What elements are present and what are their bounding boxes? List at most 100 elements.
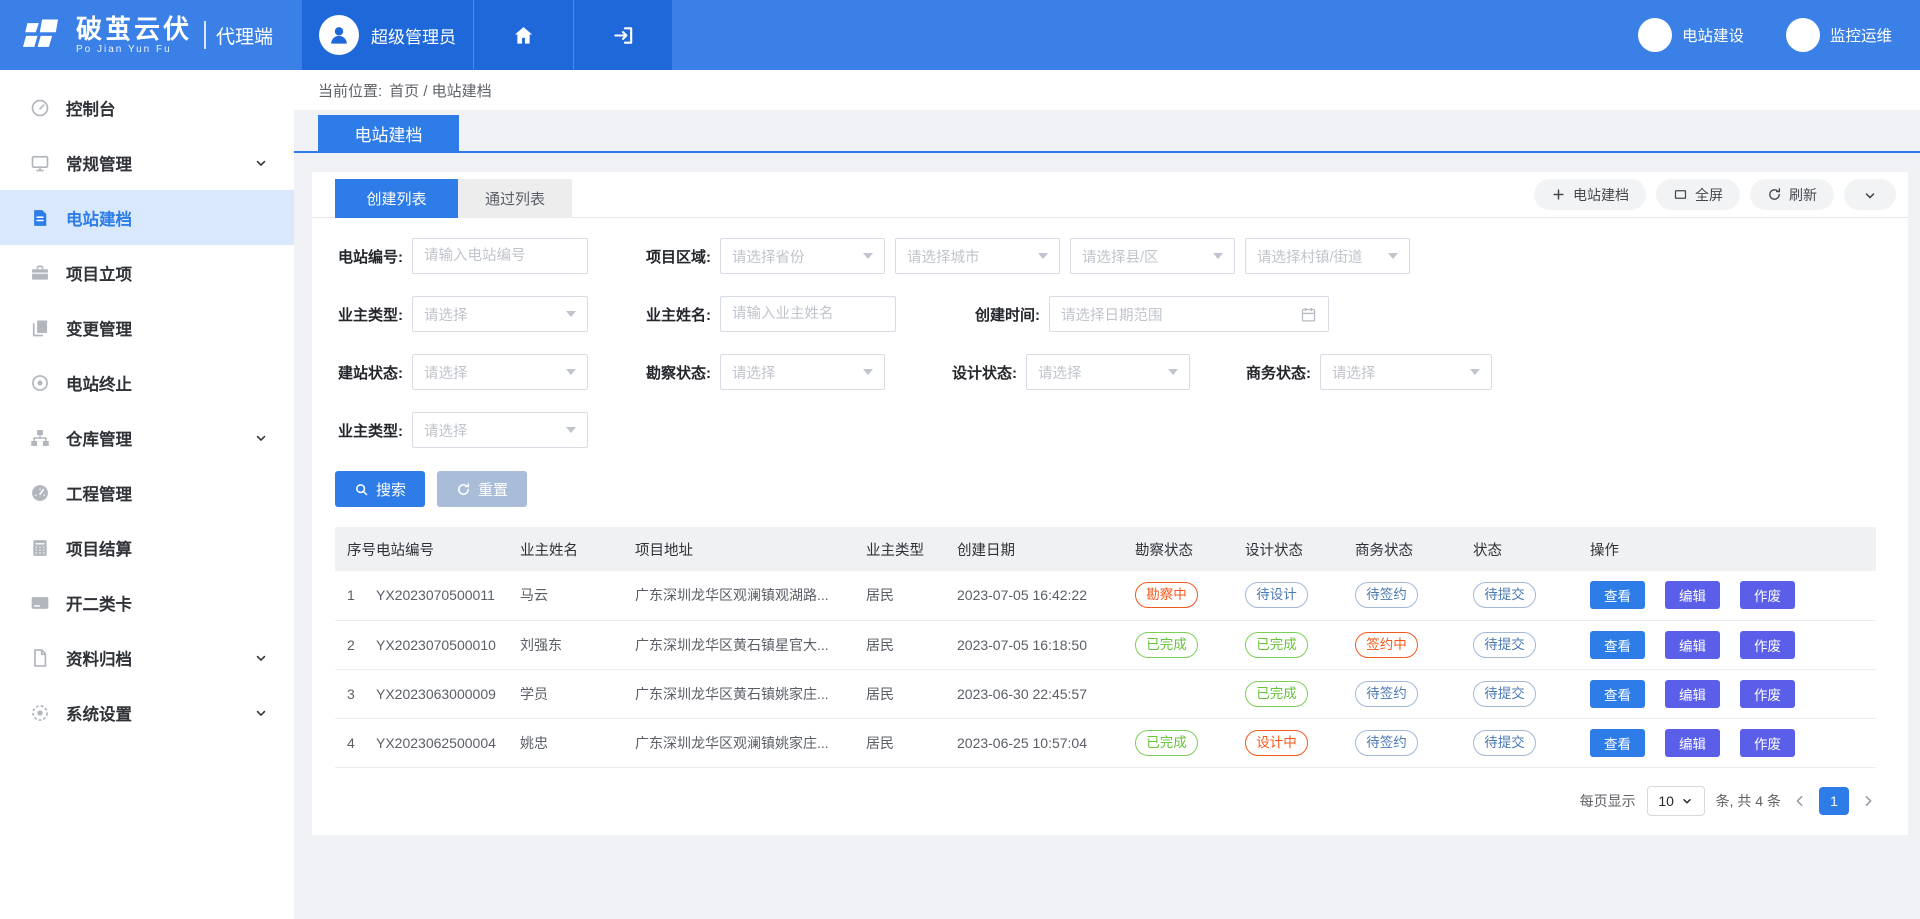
- sidebar-item-控制台[interactable]: 控制台: [0, 80, 294, 135]
- per-page-select[interactable]: 10: [1647, 786, 1705, 816]
- sidebar-item-工程管理[interactable]: 工程管理: [0, 465, 294, 520]
- city-select[interactable]: 请选择城市: [895, 238, 1060, 274]
- sidebar-item-电站建档[interactable]: 电站建档: [0, 190, 294, 245]
- edit-button[interactable]: 编辑: [1665, 680, 1720, 708]
- status-badge: 设计中: [1245, 730, 1308, 756]
- collapse-toolbar-button[interactable]: [1844, 179, 1896, 210]
- home-button[interactable]: [474, 0, 574, 70]
- design-status-placeholder: 请选择: [1038, 362, 1082, 383]
- page-tab[interactable]: 电站建档: [318, 115, 459, 151]
- create-time-placeholder: 请选择日期范围: [1061, 304, 1163, 325]
- dashboard-icon: [30, 98, 50, 118]
- app-subtitle: Po Jian Yun Fu: [76, 44, 192, 55]
- void-button[interactable]: 作废: [1740, 631, 1795, 659]
- sidebar-item-项目结算[interactable]: 项目结算: [0, 520, 294, 575]
- logout-button[interactable]: [574, 0, 672, 70]
- caret-down-icon: [863, 253, 873, 259]
- status-cell: 待提交: [1463, 620, 1580, 669]
- project-address: 广东深圳龙华区观澜镇姚家庄...: [625, 718, 856, 767]
- build-status-placeholder: 请选择: [424, 362, 468, 383]
- sidebar-item-常规管理[interactable]: 常规管理: [0, 135, 294, 190]
- sidebar-item-label: 项目立项: [66, 261, 268, 285]
- owner-name-input[interactable]: [720, 296, 896, 332]
- build-status-label: 建站状态:: [335, 362, 412, 383]
- calculator-icon: [30, 538, 50, 558]
- filter-form: 电站编号: 项目区域: 请选择省份 请选择城市 请选择县/区 请选择村镇/街道 …: [312, 218, 1908, 448]
- sidebar-item-系统设置[interactable]: 系统设置: [0, 685, 294, 740]
- refresh-button[interactable]: 刷新: [1750, 179, 1834, 210]
- design-status-label: 设计状态:: [885, 362, 1026, 383]
- view-button[interactable]: 查看: [1590, 680, 1645, 708]
- owner-type-select[interactable]: 请选择: [412, 296, 588, 332]
- toolbar-button-label: 电站建档: [1573, 185, 1629, 205]
- sidebar-item-变更管理[interactable]: 变更管理: [0, 300, 294, 355]
- user-menu[interactable]: 超级管理员: [302, 0, 474, 70]
- breadcrumb: 当前位置: 首页 / 电站建档: [294, 70, 1920, 110]
- list-card: 创建列表 通过列表 电站建档 全屏 刷新 电站编号: 项目区域: 请选择省份 请选择…: [312, 172, 1908, 835]
- sidebar-item-仓库管理[interactable]: 仓库管理: [0, 410, 294, 465]
- breadcrumb-path: 首页 / 电站建档: [389, 80, 492, 101]
- toolbar-button-label: 全屏: [1695, 185, 1723, 205]
- edit-button[interactable]: 编辑: [1665, 729, 1720, 757]
- home-icon: [512, 24, 535, 47]
- sidebar-item-电站终止[interactable]: 电站终止: [0, 355, 294, 410]
- view-button[interactable]: 查看: [1590, 729, 1645, 757]
- reset-button[interactable]: 重置: [437, 471, 527, 507]
- district-placeholder: 请选择县/区: [1082, 246, 1159, 267]
- void-button[interactable]: 作废: [1740, 581, 1795, 609]
- sidebar-item-开二类卡[interactable]: 开二类卡: [0, 575, 294, 630]
- province-select[interactable]: 请选择省份: [720, 238, 885, 274]
- sitemap-icon: [30, 428, 50, 448]
- edit-button[interactable]: 编辑: [1665, 581, 1720, 609]
- station-code: YX2023063000009: [366, 669, 510, 718]
- station-code-input[interactable]: [412, 238, 588, 274]
- owner-type2-label: 业主类型:: [335, 420, 412, 441]
- top-header: 破茧云伏 Po Jian Yun Fu 代理端 超级管理员 电站建设监控运维: [0, 0, 1920, 70]
- header-nav-build[interactable]: 电站建设: [1638, 18, 1744, 52]
- village-select[interactable]: 请选择村镇/街道: [1245, 238, 1410, 274]
- chevron-down-icon: [254, 706, 268, 720]
- sidebar-item-项目立项[interactable]: 项目立项: [0, 245, 294, 300]
- design-status-select[interactable]: 请选择: [1026, 354, 1190, 390]
- sidebar-item-资料归档[interactable]: 资料归档: [0, 630, 294, 685]
- header-nav-label: 监控运维: [1830, 24, 1892, 46]
- view-button[interactable]: 查看: [1590, 631, 1645, 659]
- toolbar-buttons: 电站建档 全屏 刷新: [1534, 179, 1908, 210]
- status-cell: 待设计: [1235, 571, 1345, 620]
- survey-status-select[interactable]: 请选择: [720, 354, 885, 390]
- search-button[interactable]: 搜索: [335, 471, 425, 507]
- chevron-down-icon: [1863, 188, 1877, 202]
- page-number-1[interactable]: 1: [1819, 787, 1849, 815]
- caret-down-icon: [566, 427, 576, 433]
- fullscreen-button[interactable]: 全屏: [1656, 179, 1740, 210]
- created-date: 2023-06-25 10:57:04: [947, 718, 1125, 767]
- owner-type2-select[interactable]: 请选择: [412, 412, 588, 448]
- column-header: 业主姓名: [510, 527, 625, 571]
- tab-create-list[interactable]: 创建列表: [335, 179, 458, 218]
- tab-passed-list[interactable]: 通过列表: [458, 179, 572, 218]
- main-content: 当前位置: 首页 / 电站建档 电站建档 创建列表 通过列表 电站建档 全屏 刷新 …: [294, 70, 1920, 919]
- void-button[interactable]: 作废: [1740, 729, 1795, 757]
- status-badge: 待签约: [1355, 730, 1418, 756]
- next-page-button[interactable]: [1860, 793, 1876, 809]
- column-header: 电站编号: [366, 527, 510, 571]
- status-cell: 已完成: [1125, 718, 1235, 767]
- void-button[interactable]: 作废: [1740, 680, 1795, 708]
- business-status-select[interactable]: 请选择: [1320, 354, 1492, 390]
- sidebar-item-label: 系统设置: [66, 701, 254, 725]
- app-title: 破茧云伏: [76, 15, 192, 43]
- create-time-input[interactable]: 请选择日期范围: [1049, 296, 1329, 332]
- view-button[interactable]: 查看: [1590, 581, 1645, 609]
- build-status-select[interactable]: 请选择: [412, 354, 588, 390]
- district-select[interactable]: 请选择县/区: [1070, 238, 1235, 274]
- status-cell: 已完成: [1125, 620, 1235, 669]
- per-page-value: 10: [1658, 793, 1674, 809]
- search-label: 搜索: [376, 479, 406, 500]
- edit-button[interactable]: 编辑: [1665, 631, 1720, 659]
- header-nav-monitor[interactable]: 监控运维: [1786, 18, 1892, 52]
- create-time-label: 创建时间:: [896, 304, 1049, 325]
- per-page-label: 每页显示: [1580, 791, 1636, 811]
- prev-page-button[interactable]: [1792, 793, 1808, 809]
- status-badge: 签约中: [1355, 632, 1418, 658]
- add-station-button[interactable]: 电站建档: [1534, 179, 1646, 210]
